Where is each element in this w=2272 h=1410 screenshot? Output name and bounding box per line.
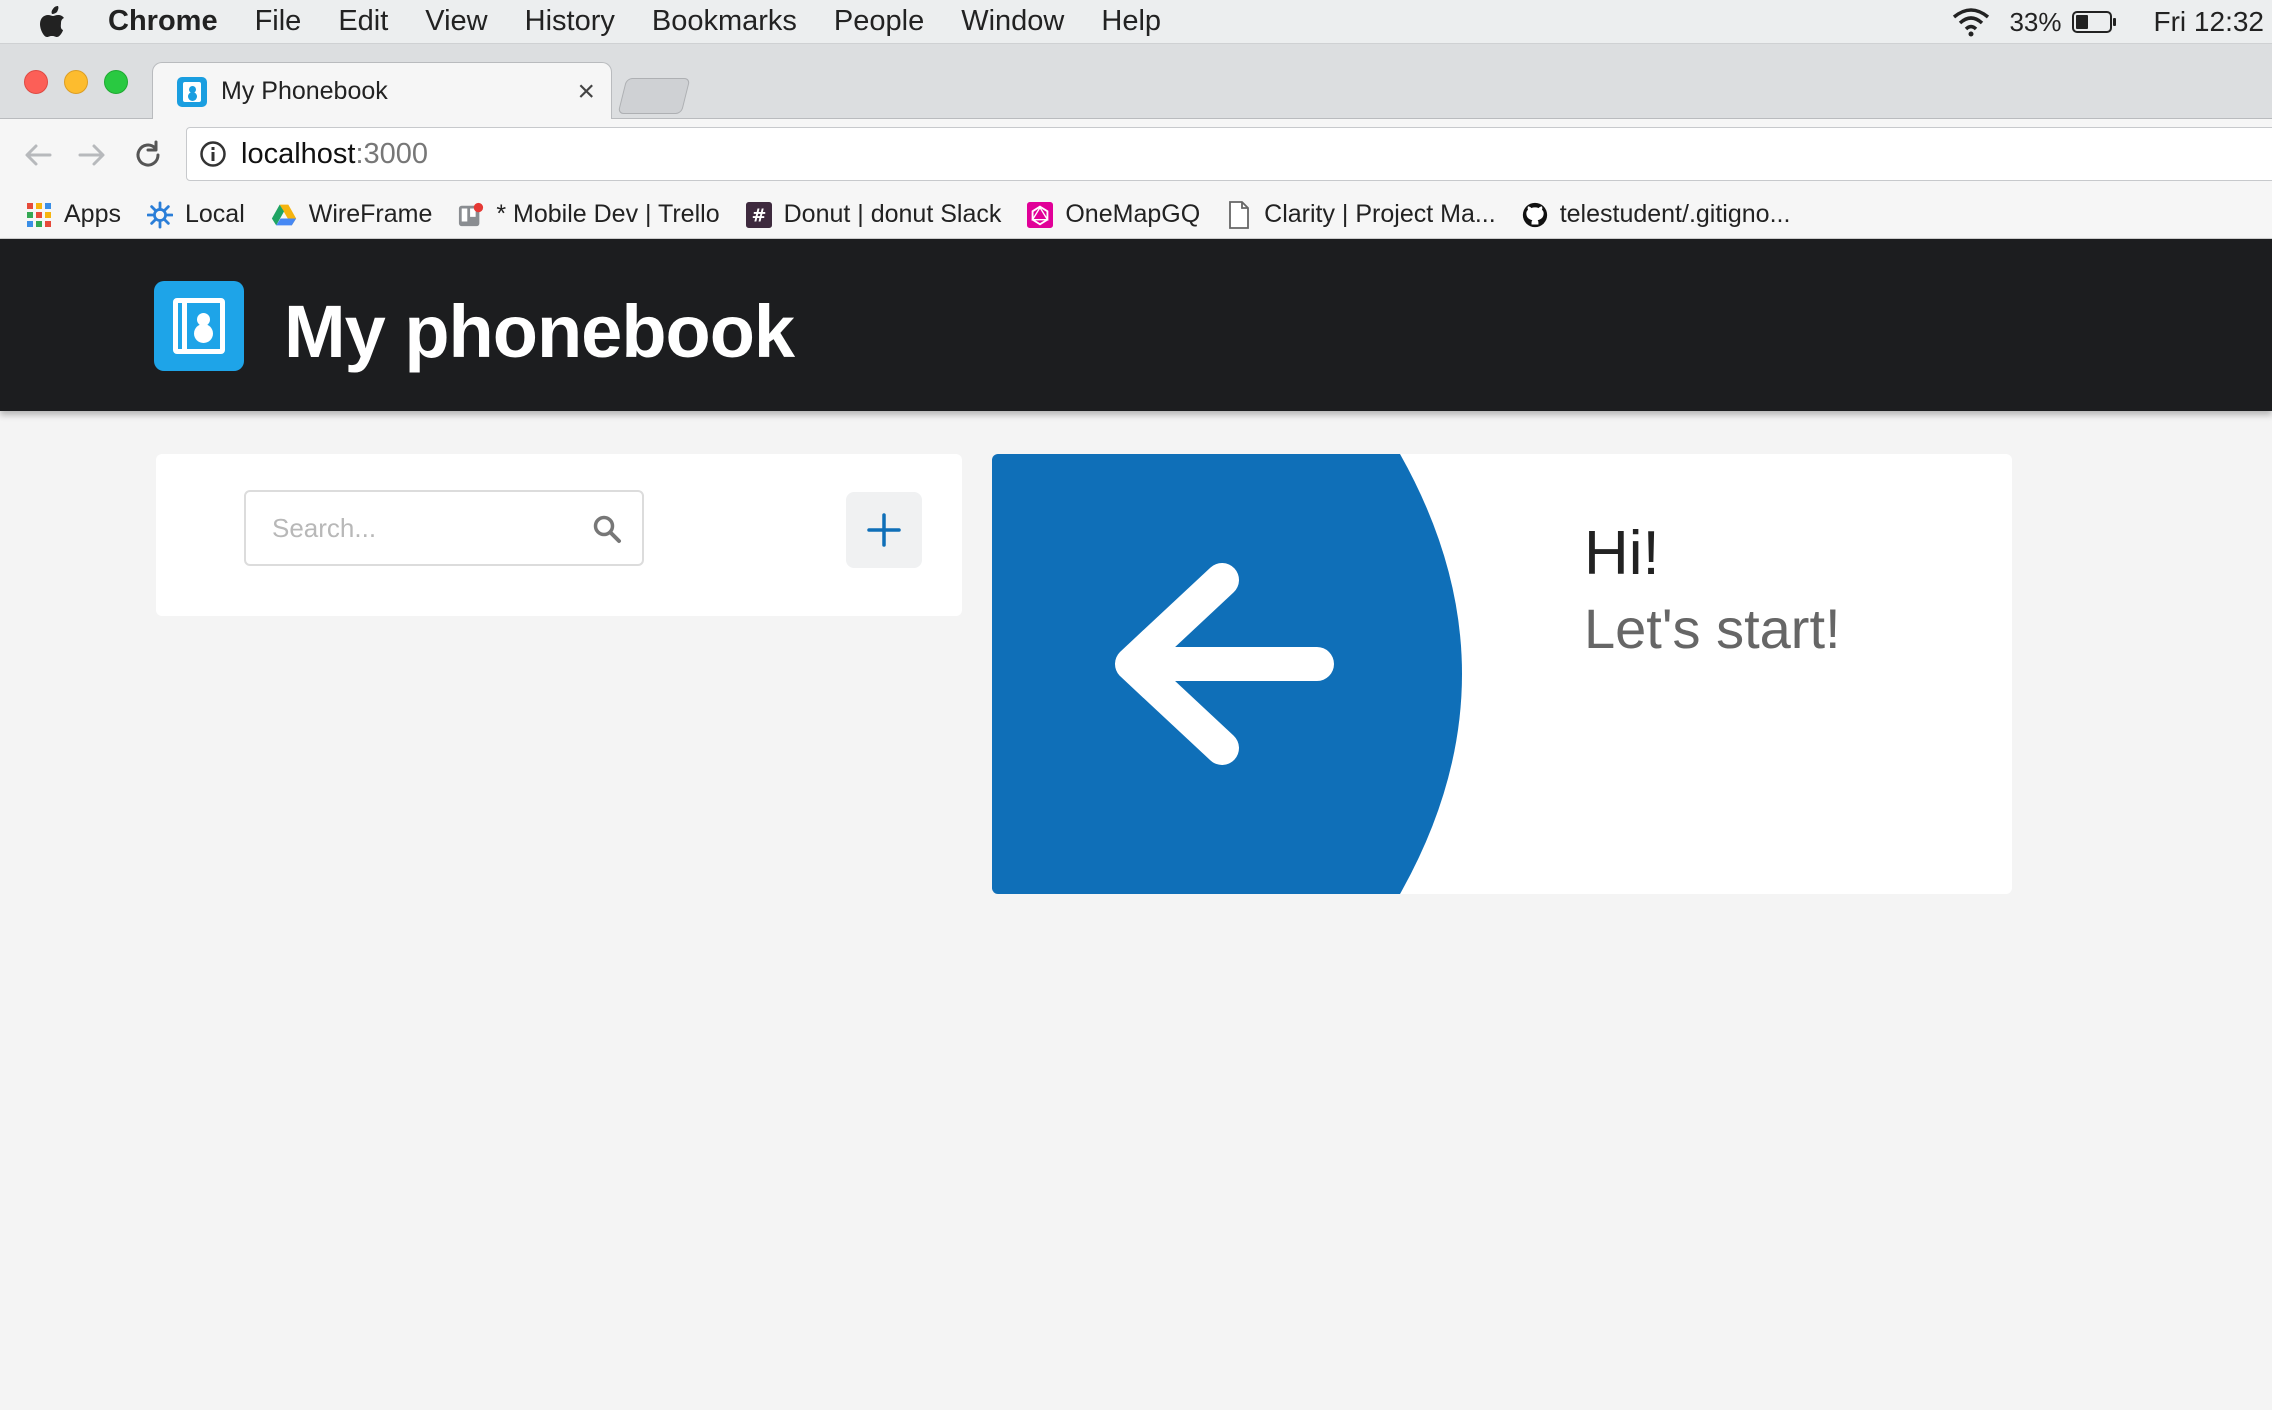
menu-bookmarks[interactable]: Bookmarks [652, 5, 797, 38]
window-zoom-button[interactable] [104, 70, 128, 94]
trello-icon [458, 202, 484, 228]
bookmark-label: Apps [64, 200, 121, 228]
welcome-panel: Hi! Let's start! [992, 454, 2012, 894]
search-field[interactable] [244, 490, 644, 566]
forward-arrow-icon[interactable] [74, 137, 110, 173]
page-title: My phonebook [284, 290, 795, 373]
url-host: localhost [241, 137, 356, 170]
github-icon [1522, 202, 1548, 228]
bookmark-label: Donut | donut Slack [783, 200, 1002, 228]
tab-close-icon[interactable]: × [577, 75, 595, 109]
apps-grid-icon [26, 202, 52, 228]
menu-view[interactable]: View [425, 5, 487, 38]
google-drive-icon [271, 202, 297, 228]
back-arrow-icon[interactable] [20, 137, 56, 173]
phonebook-logo-icon [154, 281, 244, 371]
browser-tab-active[interactable]: My Phonebook × [152, 62, 612, 120]
search-icon[interactable] [592, 514, 622, 544]
battery-icon[interactable] [2071, 10, 2118, 34]
address-url: localhost:3000 [241, 138, 428, 171]
new-tab-button[interactable] [617, 78, 691, 114]
bookmark-clarity[interactable]: Clarity | Project Ma... [1226, 200, 1496, 229]
address-bar[interactable]: localhost:3000 [186, 127, 2272, 181]
macos-menu-bar: Chrome File Edit View History Bookmarks … [0, 0, 2272, 44]
bookmark-label: OneMapGQ [1065, 200, 1201, 228]
bookmark-label: Local [184, 200, 245, 228]
menu-clock[interactable]: Fri 12:32 [2154, 6, 2265, 38]
menu-window[interactable]: Window [961, 5, 1064, 38]
menu-app-chrome[interactable]: Chrome [108, 5, 218, 38]
bookmark-onemapgq[interactable]: OneMapGQ [1027, 200, 1200, 229]
welcome-subgreeting: Let's start! [1584, 597, 1841, 660]
menu-history[interactable]: History [525, 5, 615, 38]
bookmark-label: * Mobile Dev | Trello [496, 200, 720, 228]
window-minimize-button[interactable] [64, 70, 88, 94]
bookmarks-bar: Apps Local WireFrame * Mobile Dev | Trel… [0, 191, 2272, 239]
graphql-icon [1027, 201, 1054, 228]
bookmark-label: Clarity | Project Ma... [1264, 200, 1496, 228]
wifi-icon[interactable] [1951, 7, 1991, 37]
site-info-icon[interactable] [199, 140, 227, 168]
slack-hash-icon: # [745, 201, 772, 228]
bookmark-wireframe[interactable]: WireFrame [271, 200, 433, 229]
plus-icon [867, 513, 901, 547]
menu-file[interactable]: File [255, 5, 302, 38]
menu-help[interactable]: Help [1101, 5, 1161, 38]
apple-icon[interactable] [38, 0, 90, 44]
bookmark-trello[interactable]: * Mobile Dev | Trello [458, 200, 720, 229]
window-close-button[interactable] [24, 70, 48, 94]
battery-percent: 33% [2009, 6, 2062, 37]
bookmark-label: WireFrame [308, 200, 433, 228]
welcome-greeting: Hi! [1584, 519, 1660, 588]
tab-title: My Phonebook [221, 77, 388, 105]
phonebook-favicon-icon [177, 76, 207, 107]
bookmark-github[interactable]: telestudent/.gitigno... [1522, 200, 1791, 229]
url-port: :3000 [355, 137, 429, 170]
welcome-blue-shape [992, 454, 1462, 894]
menu-edit[interactable]: Edit [338, 5, 388, 38]
app-header: My phonebook [0, 239, 2272, 411]
add-contact-button[interactable] [846, 492, 922, 568]
search-input[interactable] [272, 512, 572, 544]
tab-strip: My Phonebook × [0, 44, 2272, 120]
gear-icon [146, 201, 173, 228]
menu-people[interactable]: People [834, 5, 924, 38]
bookmark-apps[interactable]: Apps [26, 200, 121, 229]
bookmark-label: telestudent/.gitigno... [1559, 200, 1791, 228]
page-icon [1226, 200, 1252, 229]
bookmark-slack[interactable]: # Donut | donut Slack [745, 200, 1002, 229]
reload-icon[interactable] [130, 137, 166, 173]
bookmark-local[interactable]: Local [146, 200, 245, 229]
contacts-panel [156, 454, 962, 616]
browser-toolbar: localhost:3000 [0, 119, 2272, 191]
svg-text:#: # [751, 206, 766, 226]
